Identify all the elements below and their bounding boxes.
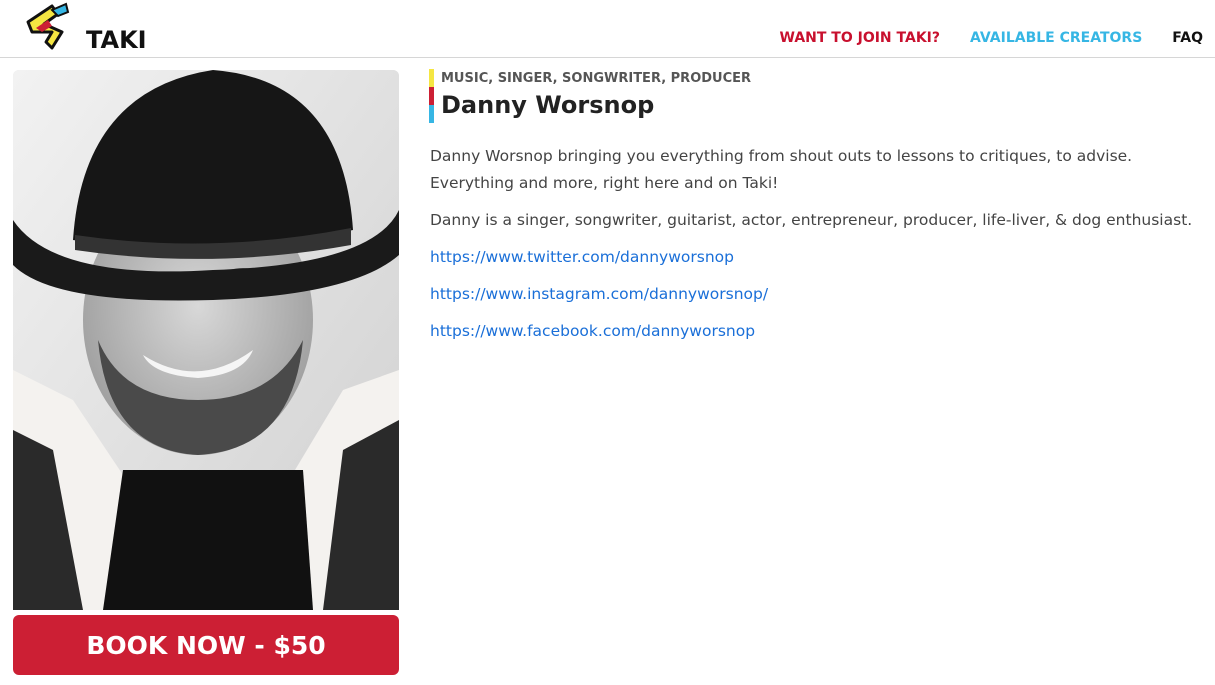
twitter-link[interactable]: https://www.twitter.com/dannyworsnop	[430, 244, 1210, 271]
instagram-link[interactable]: https://www.instagram.com/dannyworsnop/	[430, 281, 1210, 308]
site-header: TAKI WANT TO JOIN TAKI? AVAILABLE CREATO…	[0, 0, 1215, 58]
bio-paragraph: Danny is a singer, songwriter, guitarist…	[430, 211, 1193, 229]
creator-bio: Danny Worsnop bringing you everything fr…	[430, 143, 1210, 355]
creator-categories: MUSIC, SINGER, SONGWRITER, PRODUCER	[441, 71, 752, 86]
nav-creators-link[interactable]: AVAILABLE CREATORS	[970, 30, 1142, 46]
facebook-link[interactable]: https://www.facebook.com/dannyworsnop	[430, 318, 1210, 345]
creator-portrait-image	[13, 70, 399, 610]
taki-logo[interactable]: TAKI	[22, 2, 147, 54]
creator-photo	[13, 70, 399, 610]
logo-wordmark: TAKI	[86, 26, 147, 54]
nav-faq-link[interactable]: FAQ	[1172, 30, 1203, 46]
accent-bar-yellow	[429, 69, 434, 87]
nav-join-link[interactable]: WANT TO JOIN TAKI?	[780, 30, 941, 46]
profile-title-block: MUSIC, SINGER, SONGWRITER, PRODUCER Dann…	[429, 69, 1189, 123]
accent-bar-blue	[429, 105, 434, 123]
accent-bars	[429, 69, 434, 123]
accent-bar-red	[429, 87, 434, 105]
top-nav: WANT TO JOIN TAKI? AVAILABLE CREATORS FA…	[780, 30, 1204, 46]
creator-name: Danny Worsnop	[441, 91, 655, 119]
book-now-button[interactable]: BOOK NOW - $50	[13, 615, 399, 675]
bio-paragraph: Danny Worsnop bringing you everything fr…	[430, 147, 1133, 192]
taki-logo-icon	[26, 2, 70, 50]
